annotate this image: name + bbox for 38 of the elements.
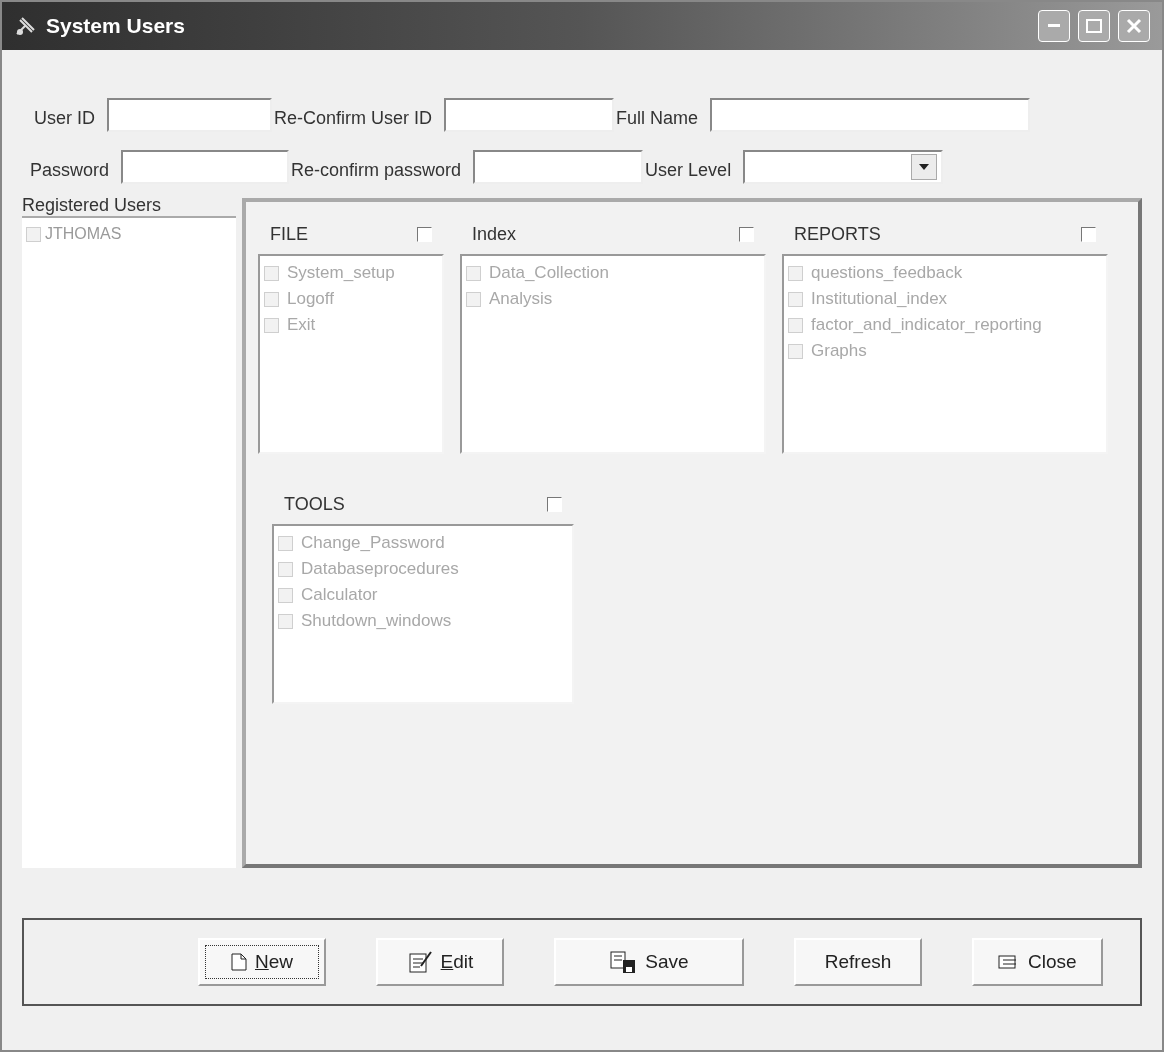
checkbox[interactable] <box>739 226 754 242</box>
field-label: Re-confirm password <box>291 159 462 182</box>
maximize-icon <box>1086 19 1102 33</box>
action-button[interactable]: Edit <box>376 938 504 986</box>
group-title: Index <box>472 222 517 246</box>
group-title: FILE <box>270 222 308 246</box>
field-label: User Level <box>645 159 732 182</box>
checkbox[interactable] <box>1081 226 1096 242</box>
action-button[interactable]: Refresh <box>794 938 922 986</box>
dropdown-button[interactable] <box>911 154 938 180</box>
checkbox[interactable] <box>547 496 562 512</box>
action-button[interactable]: New <box>198 938 326 986</box>
maximize-button[interactable] <box>1078 10 1110 42</box>
minimize-icon <box>1048 24 1060 28</box>
window-title: System Users <box>46 13 185 40</box>
field-label: User ID <box>34 107 95 130</box>
text-field[interactable] <box>107 98 272 132</box>
page-icon <box>231 953 247 971</box>
action-button[interactable]: Close <box>972 938 1103 986</box>
field-label: Re-Confirm User ID <box>274 107 433 130</box>
minimize-button[interactable] <box>1038 10 1070 42</box>
list-label: Registered Users <box>22 194 163 216</box>
caret-icon <box>919 164 930 170</box>
group-title: REPORTS <box>794 222 881 246</box>
text-field[interactable] <box>710 98 1031 132</box>
close-icon <box>1126 18 1142 34</box>
text-field[interactable] <box>444 98 615 132</box>
dropdown-field[interactable] <box>743 150 944 184</box>
save-icon <box>609 950 638 974</box>
group-title: TOOLS <box>284 492 345 516</box>
field-label: Password <box>30 159 110 182</box>
text-field[interactable] <box>121 150 290 184</box>
edit-icon <box>406 950 433 974</box>
close-button[interactable] <box>1118 10 1150 42</box>
checkbox[interactable] <box>417 226 432 242</box>
action-button[interactable]: Save <box>554 938 744 986</box>
field-label: Full Name <box>616 107 699 130</box>
text-field[interactable] <box>473 150 644 184</box>
